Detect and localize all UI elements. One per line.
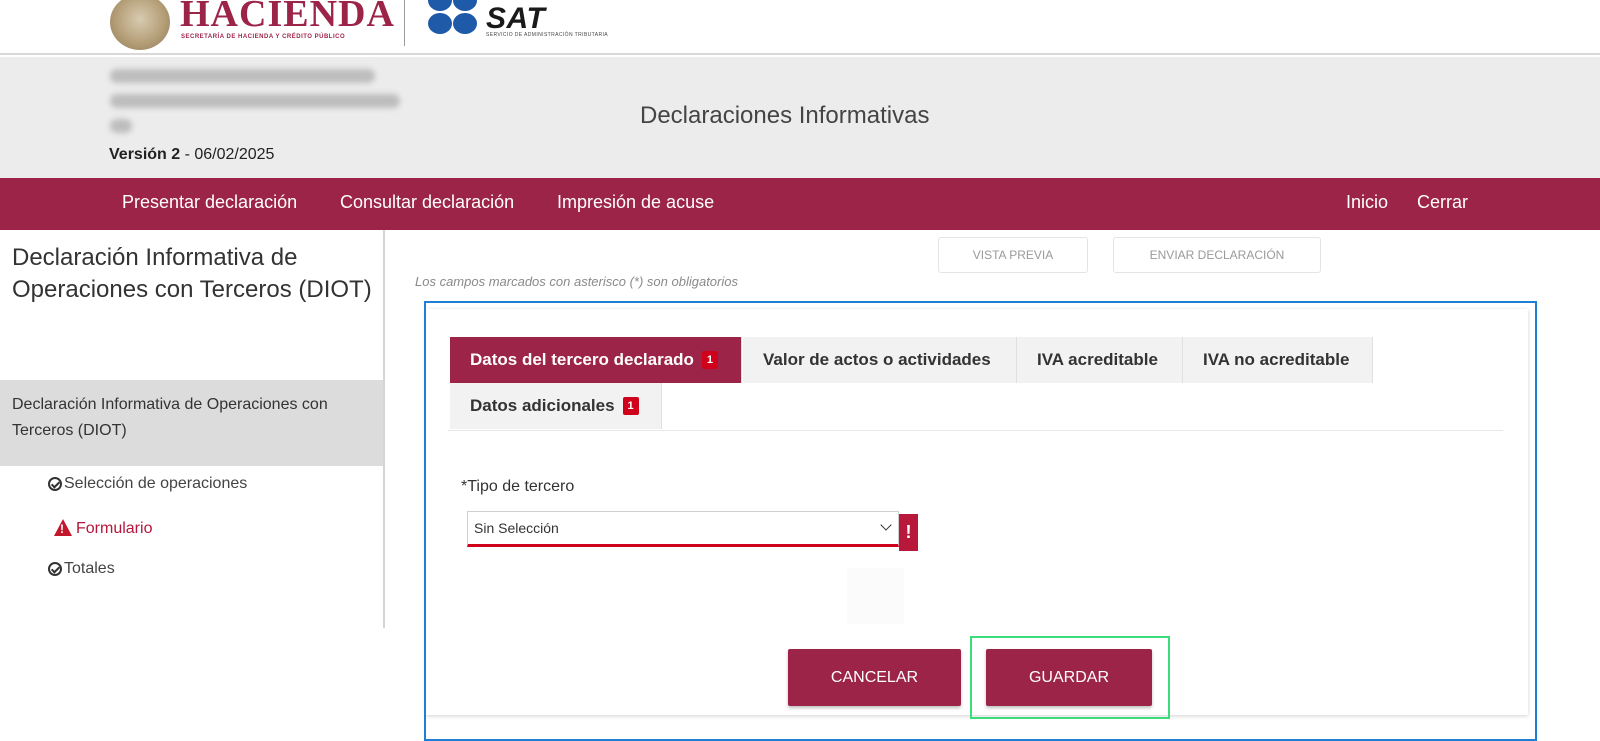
nav-presentar-declaracion[interactable]: Presentar declaración <box>122 192 297 213</box>
tab-label: Valor de actos o actividades <box>763 350 991 369</box>
tab-datos-tercero[interactable]: Datos del tercero declarado 1 <box>450 337 742 383</box>
error-count-badge: 1 <box>701 351 718 369</box>
tabs-divider <box>448 430 1503 431</box>
step-formulario[interactable]: Formulario <box>54 518 153 538</box>
nav-consultar-declaracion[interactable]: Consultar declaración <box>340 192 514 213</box>
save-button-highlight <box>970 636 1170 719</box>
mexico-seal-icon <box>110 0 170 50</box>
nav-impresion-acuse[interactable]: Impresión de acuse <box>557 192 714 213</box>
page-title: Declaraciones Informativas <box>640 102 930 129</box>
logo-bar: HACIENDA SECRETARÍA DE HACIENDA Y CRÉDIT… <box>0 0 1600 55</box>
logo-divider <box>404 0 405 46</box>
tab-label: IVA acreditable <box>1037 350 1158 369</box>
check-circle-icon <box>48 477 62 491</box>
cancel-button[interactable]: CANCELAR <box>788 649 961 706</box>
step-seleccion-operaciones[interactable]: Selección de operaciones <box>48 475 247 493</box>
step-label: Totales <box>64 560 115 577</box>
redacted-taxpayer-info <box>110 69 375 83</box>
tab-label: IVA no acreditable <box>1203 350 1350 369</box>
tab-label: Datos adicionales <box>470 396 615 415</box>
nav-cerrar[interactable]: Cerrar <box>1417 192 1468 213</box>
sidebar: Declaración Informativa de Operaciones c… <box>0 230 385 628</box>
required-fields-note: Los campos marcados con asterisco (*) so… <box>415 274 738 289</box>
sidebar-title: Declaración Informativa de Operaciones c… <box>12 244 372 303</box>
step-label: Selección de operaciones <box>64 475 248 492</box>
send-declaration-button[interactable]: ENVIAR DECLARACIÓN <box>1113 237 1321 273</box>
sat-logo-title: SAT <box>486 2 546 35</box>
hacienda-logo-title: HACIENDA <box>180 0 395 35</box>
version-date: - 06/02/2025 <box>180 146 275 163</box>
tipo-tercero-label: *Tipo de tercero <box>461 478 575 495</box>
redacted-taxpayer-info <box>110 94 400 108</box>
check-circle-icon <box>48 562 62 576</box>
version-label: Versión 2 <box>109 146 181 163</box>
tab-iva-no-acreditable[interactable]: IVA no acreditable <box>1183 337 1373 383</box>
empty-placeholder <box>847 568 904 624</box>
error-count-badge: 1 <box>622 397 639 415</box>
tab-label: Datos del tercero declarado <box>470 350 694 369</box>
select-value: Sin Selección <box>474 520 559 536</box>
warning-icon <box>54 518 72 536</box>
field-error-icon: ! <box>899 514 918 551</box>
chevron-down-icon <box>880 519 892 531</box>
tab-iva-acreditable[interactable]: IVA acreditable <box>1017 337 1183 383</box>
version-info: Versión 2 - 06/02/2025 <box>109 146 274 164</box>
preview-button[interactable]: VISTA PREVIA <box>938 237 1088 273</box>
tab-valor-actos[interactable]: Valor de actos o actividades <box>743 337 1017 383</box>
redacted-taxpayer-info <box>110 119 132 133</box>
sidebar-section-diot[interactable]: Declaración Informativa de Operaciones c… <box>0 380 383 466</box>
sat-logo-subtitle: SERVICIO DE ADMINISTRACIÓN TRIBUTARIA <box>486 32 609 38</box>
step-totales[interactable]: Totales <box>48 560 115 578</box>
nav-inicio[interactable]: Inicio <box>1346 192 1388 213</box>
tab-datos-adicionales[interactable]: Datos adicionales 1 <box>450 383 662 429</box>
hacienda-logo-subtitle: SECRETARÍA DE HACIENDA Y CRÉDITO PÚBLICO <box>181 34 346 40</box>
sat-logo-icon <box>428 0 478 38</box>
tipo-tercero-select[interactable]: Sin Selección <box>467 511 899 547</box>
step-label: Formulario <box>76 520 153 537</box>
main-nav: Presentar declaración Consultar declarac… <box>0 178 1600 230</box>
